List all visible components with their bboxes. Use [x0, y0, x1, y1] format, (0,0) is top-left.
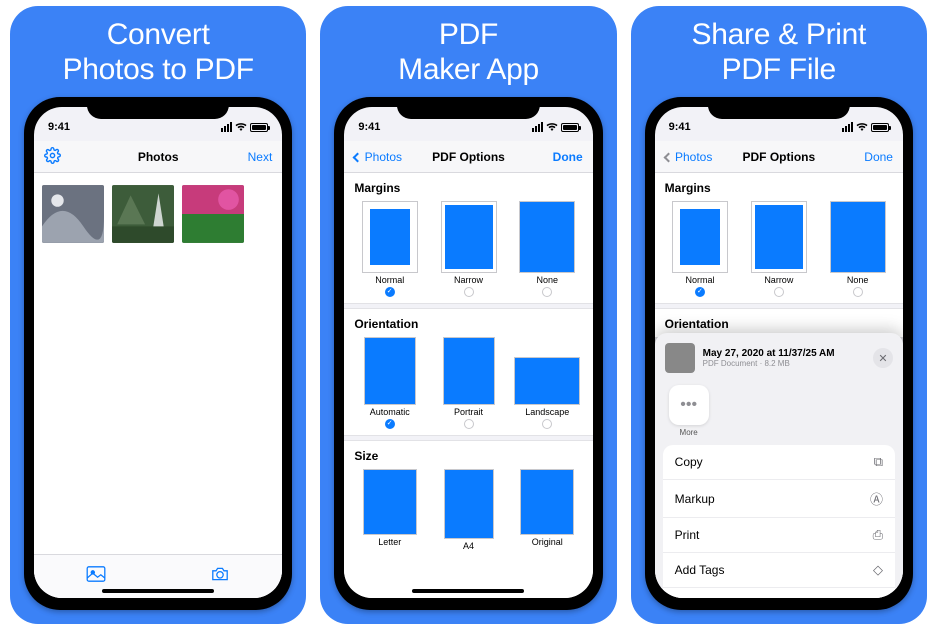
photo-thumb[interactable] [182, 185, 244, 243]
promo-card-1: Convert Photos to PDF 9:41 [10, 6, 306, 624]
action-copy[interactable]: Copy⧉ [663, 445, 895, 480]
card-title: Convert Photos to PDF [63, 18, 254, 87]
done-button: Done [864, 150, 893, 164]
photo-icon [86, 566, 106, 582]
section-header-size: Size [344, 441, 592, 469]
signal-icon [221, 122, 232, 132]
home-indicator[interactable] [102, 589, 214, 593]
phone-notch [708, 97, 850, 119]
radio-off [542, 287, 552, 297]
chevron-left-icon [353, 152, 363, 162]
margin-option-narrow[interactable]: Narrow [433, 201, 504, 297]
status-time: 9:41 [358, 121, 380, 133]
more-apps-button[interactable]: ••• [669, 385, 709, 425]
share-actions-list: Copy⧉ MarkupⒶ Print⎙ Add Tags◇ Save to F… [663, 445, 895, 598]
card-title: Share & Print PDF File [692, 18, 867, 87]
margin-option-narrow: Narrow [743, 201, 814, 297]
home-indicator[interactable] [412, 589, 524, 593]
file-subtitle: PDF Document · 8.2 MB [703, 359, 865, 368]
close-button[interactable]: ✕ [873, 348, 893, 368]
wifi-icon [546, 122, 558, 132]
battery-icon [871, 123, 889, 132]
promo-card-2: PDF Maker App 9:41 Photos PDF Options Do… [320, 6, 616, 624]
radio-off [774, 287, 784, 297]
status-time: 9:41 [48, 121, 70, 133]
print-icon: ⎙ [873, 527, 883, 543]
radio-on [385, 419, 395, 429]
copy-icon: ⧉ [874, 454, 883, 470]
radio-on [385, 287, 395, 297]
phone-frame: 9:41 Photos PDF Options Done Margins [334, 97, 602, 610]
radio-off [464, 287, 474, 297]
photo-thumb[interactable] [42, 185, 104, 243]
battery-icon [561, 123, 579, 132]
camera-icon [210, 566, 230, 582]
card-title: PDF Maker App [398, 18, 539, 87]
action-save-files[interactable]: Save to Files🗀 [663, 588, 895, 598]
signal-icon [532, 122, 543, 132]
section-header-margins: Margins [655, 173, 903, 201]
size-option-a4[interactable]: A4 [433, 469, 504, 551]
chevron-left-icon [663, 152, 673, 162]
more-label: More [680, 428, 698, 437]
nav-bar: Photos Next [34, 141, 282, 173]
nav-bar: Photos PDF Options Done [655, 141, 903, 173]
wifi-icon [235, 122, 247, 132]
radio-off [853, 287, 863, 297]
radio-on [695, 287, 705, 297]
back-button: Photos [665, 150, 713, 164]
gear-icon [44, 147, 61, 164]
margin-option-normal[interactable]: Normal [354, 201, 425, 297]
nav-bar: Photos PDF Options Done [344, 141, 592, 173]
battery-icon [250, 123, 268, 132]
tag-icon: ◇ [873, 562, 883, 578]
phone-frame: 9:41 Photos PDF Options Done Margins [645, 97, 913, 610]
promo-card-3: Share & Print PDF File 9:41 Photos PDF O… [631, 6, 927, 624]
folder-icon: 🗀 [870, 597, 883, 598]
file-title: May 27, 2020 at 11/37/25 AM [703, 348, 865, 359]
radio-off [464, 419, 474, 429]
radio-off [542, 419, 552, 429]
action-print[interactable]: Print⎙ [663, 518, 895, 553]
orient-option-landscape[interactable]: Landscape [512, 337, 583, 429]
file-thumb [665, 343, 695, 373]
back-button[interactable]: Photos [354, 150, 402, 164]
settings-button[interactable] [44, 147, 61, 167]
photo-grid [34, 173, 282, 255]
more-icon: ••• [680, 396, 697, 414]
next-button[interactable]: Next [248, 150, 273, 164]
phone-notch [397, 97, 539, 119]
nav-title: Photos [34, 150, 282, 164]
done-button[interactable]: Done [553, 150, 583, 164]
camera-button[interactable] [210, 566, 230, 587]
close-icon: ✕ [878, 352, 887, 365]
phone-frame: 9:41 Photos Next [24, 97, 292, 610]
markup-icon: Ⓐ [870, 489, 883, 508]
section-header-orientation: Orientation [344, 309, 592, 337]
margin-option-none[interactable]: None [512, 201, 583, 297]
photo-thumb[interactable] [112, 185, 174, 243]
wifi-icon [856, 122, 868, 132]
library-button[interactable] [86, 566, 106, 587]
size-option-letter[interactable]: Letter [354, 469, 425, 551]
size-option-original[interactable]: Original [512, 469, 583, 551]
margin-option-normal: Normal [665, 201, 736, 297]
signal-icon [842, 122, 853, 132]
share-sheet: May 27, 2020 at 11/37/25 AM PDF Document… [655, 333, 903, 598]
section-header-margins: Margins [344, 173, 592, 201]
phone-notch [87, 97, 229, 119]
orient-option-auto[interactable]: Automatic [354, 337, 425, 429]
orient-option-portrait[interactable]: Portrait [433, 337, 504, 429]
action-markup[interactable]: MarkupⒶ [663, 480, 895, 518]
status-time: 9:41 [669, 121, 691, 133]
margin-option-none: None [822, 201, 893, 297]
action-add-tags[interactable]: Add Tags◇ [663, 553, 895, 588]
